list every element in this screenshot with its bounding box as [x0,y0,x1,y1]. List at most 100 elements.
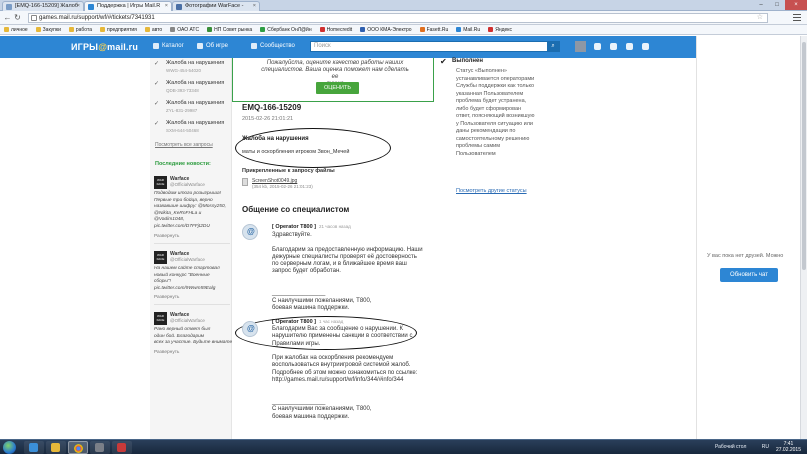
bookmark-folder-icon [207,27,213,32]
tweet-handle[interactable]: @OfficialWarface [170,257,205,262]
bookmark-item[interactable]: Fasett.Ru [419,27,448,33]
bookmark-label: НП Совет рынка [214,26,253,33]
bookmark-folder-icon [4,27,9,32]
clock-date: 27.02.2015 [775,447,801,453]
see-all-tickets-link[interactable]: Посмотреть все запросы [155,142,213,148]
refresh-chat-button[interactable]: Обновить чат [720,268,778,282]
windows-taskbar: Рабочий стол RU 7:41 27.02.2015 [0,439,807,454]
taskbar-media-icon[interactable] [90,441,110,454]
nav-community[interactable]: Сообщество [251,43,295,49]
rating-line: специалистов. Ваша оценка поможет нам сд… [261,67,409,80]
bookmark-label: Закупки [42,26,61,33]
bookmark-label: ООО КМА-Электро [367,26,412,33]
bookmark-item[interactable]: НП Совет рынка [207,27,252,33]
minimize-icon[interactable]: – [753,0,769,10]
user-icon[interactable] [642,43,649,50]
bookmark-item[interactable]: авто [144,27,162,33]
back-arrow-icon[interactable]: ← [3,13,12,22]
bookmark-item[interactable]: Homecredit [319,26,353,33]
start-button-icon[interactable] [3,441,16,454]
desktop-label[interactable]: Рабочий стол [715,444,746,450]
scrollbar-thumb[interactable] [802,42,806,270]
language-indicator[interactable]: RU [762,444,769,450]
bookmark-item[interactable]: личное [4,27,28,33]
bell-icon[interactable] [626,43,633,50]
image-file-icon [242,178,248,186]
check-icon: ✓ [154,81,160,87]
tweet-handle[interactable]: @OfficialWarface [170,318,205,323]
message-author: [ Operator T800 ] 21 часов назад [272,224,351,230]
warface-logo[interactable]: WAR FACE [154,312,167,325]
mail-icon[interactable] [594,43,601,50]
rate-button[interactable]: ОЦЕНИТЬ [316,82,359,94]
reload-icon[interactable]: ↻ [13,13,22,22]
bookmark-label: Сбербанк ОнЛ@йн [267,26,312,33]
ticket-id: SXM-644-50468 [166,128,199,133]
close-window-icon[interactable]: × [785,0,807,10]
ticket-title: Жалоба на нарушения [166,60,225,66]
bookmark-item[interactable]: Сбербанк ОнЛ@йн [260,26,312,33]
ticket-id-title: EMQ-166-15209 [242,103,302,112]
url-input[interactable]: games.mail.ru/support/wf/#/tickets/73419… [28,13,768,23]
bookmark-folder-icon [260,27,266,32]
expand-link[interactable]: Развернуть [154,295,179,300]
expand-link[interactable]: Развернуть [154,234,179,239]
bookmark-item[interactable]: Яндекс [488,27,512,33]
bookmark-item[interactable]: предприятия [100,27,137,33]
browser-menu-icon[interactable] [793,14,801,22]
bookmark-folder-icon [144,27,150,32]
bookmark-item[interactable]: Mail.Ru [456,27,480,33]
bookmark-item[interactable]: работа [68,27,92,33]
attachments-title: Прикрепленные к запросу файлы [242,168,335,174]
nav-catalog[interactable]: Каталог [153,43,184,49]
bookmark-folder-icon [488,27,494,32]
expand-link[interactable]: Развернуть [154,350,179,355]
warface-logo[interactable]: WAR FACE [154,176,167,189]
bookmark-label: Homecredit [326,26,353,33]
clock[interactable]: 7:41 27.02.2015 [776,441,801,453]
tweet-handle[interactable]: @OfficialWarface [170,182,205,187]
bookmark-item[interactable]: ООО КМА-Электро [360,26,412,33]
taskbar-ie-icon[interactable] [24,441,44,454]
ticket-title: Жалоба на нарушения [166,100,225,106]
site-logo[interactable]: ИГРЫ@mail.ru [71,42,138,52]
conversation-title: Общение со специалистом [242,205,350,214]
message-line: ________________ [272,398,326,405]
chat-empty-text: У вас пока нет друзей. Можно [707,253,784,259]
bookmark-folder-icon [360,27,366,32]
message-time: 1 час назад [319,319,344,324]
message-line: С наилучшими пожеланиями, T800, [272,297,372,304]
taskbar-folder-icon[interactable] [46,441,66,454]
close-tab-icon[interactable]: × [253,2,256,11]
nav-about-game[interactable]: Об игре [197,43,228,49]
taskbar-app-icon[interactable] [112,441,132,454]
taskbar-chrome-icon[interactable] [68,441,88,454]
tweet-line: Подводим итоги розыгрыша! [154,191,222,196]
avatar[interactable] [575,41,586,52]
bookmark-label: Mail.Ru [463,26,481,33]
warface-logo[interactable]: WAR FACE [154,251,167,264]
operator-avatar [242,224,258,240]
browser-tab-3[interactable]: Фотографии WarFace - × [172,1,260,11]
bookmark-item[interactable]: Закупки [35,26,61,33]
status-line: устанавливается операторами [456,75,535,82]
browser-tab-2[interactable]: Поддержка | Игры Mail.R × [84,1,172,11]
complaint-text: маты и оскорбления игроком Звон_Мечей [242,149,350,155]
ticket-id: ZYL-831-29987 [166,108,198,113]
page-scrollbar[interactable] [800,36,807,439]
search-icon[interactable]: ⌕ [547,42,559,51]
message-line: по серверным логам, и в ближайшее время … [272,261,407,268]
tab-favicon-icon [88,4,94,10]
status-line: либо будет сформирован [456,105,522,112]
search-input[interactable]: Поиск ⌕ [310,41,560,52]
message-body: Благодарим Вас за сообщение о нарушении.… [272,326,417,421]
close-tab-icon[interactable]: × [165,2,168,11]
gift-icon[interactable] [610,43,617,50]
maximize-icon[interactable]: □ [769,0,785,10]
tweet-line: назвавшие шифру: @Mossy250, [154,204,226,209]
bookmark-item[interactable]: ОАО АТС [170,27,199,33]
bookmark-star-icon[interactable]: ☆ [757,14,763,22]
close-tab-icon[interactable]: × [77,2,80,11]
browser-tab-1[interactable]: [EMQ-166-15209] Жалоб × [2,1,84,11]
other-statuses-link[interactable]: Посмотреть другие статусы [456,188,527,194]
